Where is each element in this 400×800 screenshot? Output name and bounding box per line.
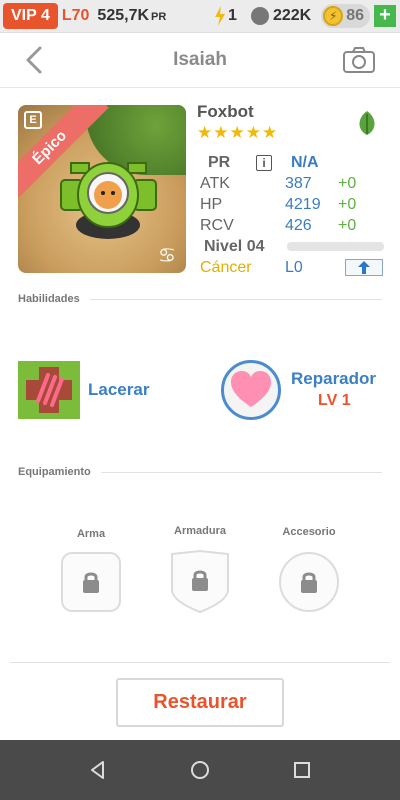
equipment-heading: Equipamiento <box>18 466 382 478</box>
zodiac-sign-label: Cáncer <box>200 258 252 276</box>
accessory-slot-label: Accesorio <box>282 526 336 538</box>
abilities-heading: Habilidades <box>18 293 382 305</box>
reparador-skill-icon[interactable] <box>221 360 281 420</box>
power-rating: 525,7K PR <box>97 7 166 25</box>
heart-icon <box>231 371 271 407</box>
stat-label: RCV <box>200 216 234 234</box>
paw-counter[interactable]: 222K <box>250 7 312 25</box>
equipment-heading-label: Equipamiento <box>18 466 91 478</box>
sign-row: Cáncer L0 <box>200 257 385 278</box>
stat-value: N/A <box>291 153 319 171</box>
power-value: 525,7K <box>97 7 150 24</box>
stat-row-rcv: RCV 426 +0 <box>200 215 385 236</box>
rating-stars: ★★★★★ <box>197 123 279 142</box>
accessory-slot[interactable] <box>279 552 339 612</box>
stat-value: 387 <box>285 174 312 192</box>
back-triangle-icon[interactable] <box>87 759 109 781</box>
armor-slot-label: Armadura <box>174 525 226 537</box>
equipment-list-icon[interactable]: E <box>24 111 42 129</box>
skill-reparador-level: LV 1 <box>318 392 351 409</box>
add-coins-button[interactable]: + <box>374 5 396 27</box>
status-bar: VIP 4 L70 525,7K PR 1 222K ⚡ 86 + <box>0 0 400 33</box>
level-label: Nivel 04 <box>204 237 265 255</box>
paw-value: 222K <box>272 7 312 24</box>
upgrade-button[interactable] <box>345 259 383 276</box>
weapon-slot-label: Arma <box>76 528 106 540</box>
cancer-zodiac-icon: ♋ <box>158 245 176 267</box>
home-circle-icon[interactable] <box>189 759 211 781</box>
vip-badge[interactable]: VIP 4 <box>3 3 58 29</box>
stat-value: 4219 <box>285 195 321 213</box>
coin-counter[interactable]: ⚡ 86 <box>321 4 370 28</box>
info-icon[interactable]: i <box>256 154 272 171</box>
level-progress-bar <box>287 242 384 251</box>
sign-level: L0 <box>285 258 303 276</box>
foxbot-image <box>60 162 157 239</box>
stat-row-hp: HP 4219 +0 <box>200 194 385 215</box>
stat-label: ATK <box>200 174 230 192</box>
page-header: Isaiah <box>0 33 400 88</box>
abilities-heading-label: Habilidades <box>18 293 80 305</box>
paw-icon <box>250 7 269 25</box>
stat-value: 426 <box>285 216 312 234</box>
recents-square-icon[interactable] <box>291 759 313 781</box>
stat-delta: +0 <box>338 195 357 213</box>
energy-value: 1 <box>228 7 237 24</box>
lock-icon <box>83 572 99 593</box>
footer-divider <box>10 662 390 663</box>
armor-slot[interactable] <box>170 550 230 614</box>
restore-button[interactable]: Restaurar <box>116 678 284 727</box>
skill-reparador-label[interactable]: Reparador <box>291 369 376 389</box>
level-row: Nivel 04 <box>204 236 385 257</box>
player-level: L70 <box>61 7 90 24</box>
coin-icon: ⚡ <box>323 6 344 26</box>
page-title: Isaiah <box>173 49 227 70</box>
lightning-icon <box>215 6 226 26</box>
stat-row-pr: PR i N/A <box>208 152 385 173</box>
lock-icon <box>301 572 317 593</box>
lacerar-skill-icon[interactable] <box>18 361 80 419</box>
weapon-slot[interactable] <box>61 552 121 612</box>
divider-line <box>89 298 382 300</box>
stat-row-atk: ATK 387 +0 <box>200 173 385 194</box>
stat-label: PR <box>208 153 231 171</box>
leaf-element-icon <box>353 109 381 137</box>
energy-counter[interactable]: 1 <box>214 6 237 26</box>
stat-delta: +0 <box>338 174 357 192</box>
stats-panel: PR i N/A ATK 387 +0 HP 4219 +0 RCV 426 +… <box>200 152 385 278</box>
back-arrow-icon[interactable] <box>20 45 48 75</box>
coin-value: 86 <box>346 7 364 24</box>
stat-label: HP <box>200 195 223 213</box>
pet-portrait[interactable]: Épico E ♋ <box>18 105 186 273</box>
power-unit: PR <box>151 11 167 23</box>
lock-icon <box>192 570 208 591</box>
skill-lacerar-label[interactable]: Lacerar <box>88 380 149 400</box>
divider-line <box>100 471 382 473</box>
arrow-up-icon <box>358 261 370 274</box>
system-nav-bar <box>0 740 400 800</box>
stat-delta: +0 <box>338 216 357 234</box>
pet-name: Foxbot <box>197 102 254 121</box>
camera-icon[interactable] <box>342 45 376 75</box>
